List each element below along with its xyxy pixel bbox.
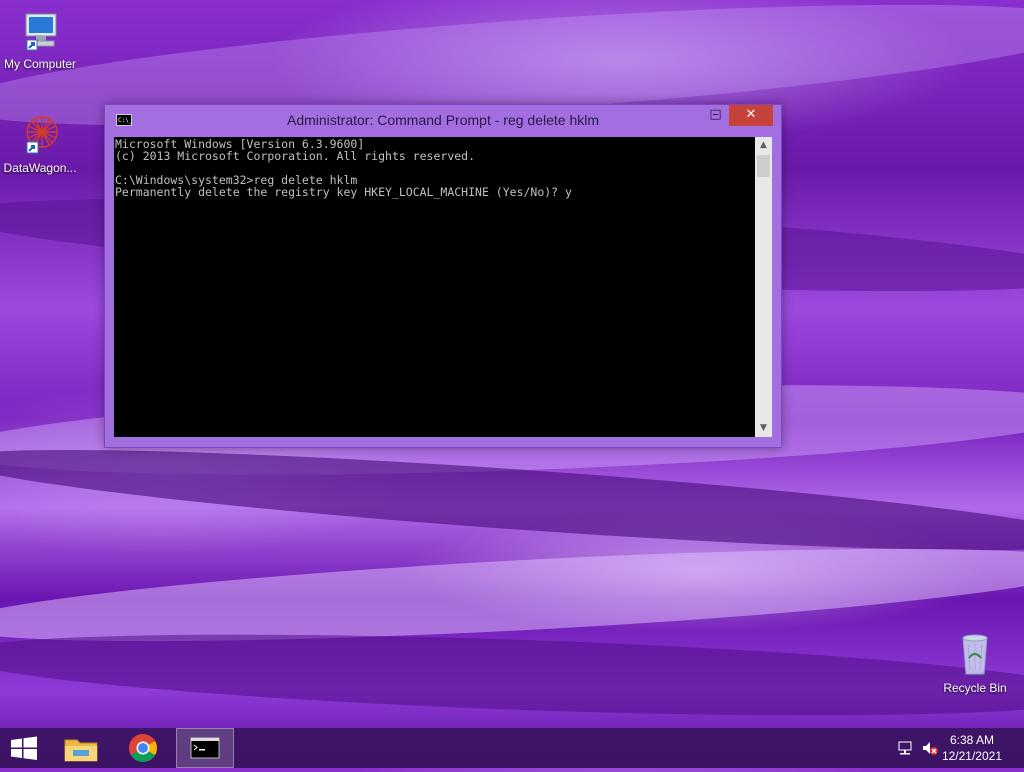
desktop-icon-recycle-bin[interactable]: Recycle Bin <box>935 630 1015 695</box>
windows-logo-icon <box>11 736 37 760</box>
recycle-bin-icon <box>962 634 988 675</box>
command-prompt-taskbar-button[interactable] <box>176 728 234 768</box>
clock-time: 6:38 AM <box>949 733 994 747</box>
window-title: Administrator: Command Prompt - reg dele… <box>287 112 599 128</box>
clock-date: 12/21/2021 <box>941 749 1002 763</box>
command-prompt-window[interactable]: C:\_ Administrator: Command Prompt - reg… <box>104 104 782 448</box>
start-button[interactable] <box>0 728 48 768</box>
desktop-icon-label: DataWagon... <box>3 161 77 175</box>
desktop-icon-my-computer[interactable]: My Computer <box>0 10 80 71</box>
file-explorer-button[interactable] <box>53 728 109 768</box>
console-line: Permanently delete the registry key HKEY… <box>115 185 572 199</box>
folder-icon <box>64 739 98 762</box>
maximize-button[interactable]: □ <box>701 105 730 126</box>
desktop-icon-datawagon[interactable]: DataWagon... <box>0 112 80 175</box>
chrome-button[interactable] <box>115 728 171 768</box>
close-button[interactable]: ✕ <box>729 105 773 126</box>
network-icon[interactable] <box>897 740 913 756</box>
console-line: (c) 2013 Microsoft Corporation. All righ… <box>115 149 476 163</box>
scroll-thumb[interactable] <box>757 155 770 177</box>
console-output[interactable]: Microsoft Windows [Version 6.3.9600] (c) … <box>114 137 755 437</box>
chrome-icon <box>129 734 157 762</box>
scroll-down-arrow-icon[interactable]: ▼ <box>755 420 772 437</box>
cmd-icon <box>190 737 220 759</box>
taskbar: 6:38 AM 12/21/2021 <box>0 728 1024 768</box>
computer-icon <box>25 13 57 51</box>
datawagon-icon <box>26 116 58 154</box>
window-titlebar[interactable]: C:\_ Administrator: Command Prompt - reg… <box>105 105 781 135</box>
desktop-icon-label: My Computer <box>3 57 77 71</box>
volume-muted-icon[interactable] <box>921 740 939 756</box>
vertical-scrollbar[interactable]: ▲ ▼ <box>755 137 772 437</box>
scroll-up-arrow-icon[interactable]: ▲ <box>755 137 772 154</box>
taskbar-clock[interactable]: 6:38 AM 12/21/2021 <box>942 733 1002 763</box>
desktop-icon-label: Recycle Bin <box>943 681 1007 695</box>
wallpaper-wave <box>0 619 1024 731</box>
